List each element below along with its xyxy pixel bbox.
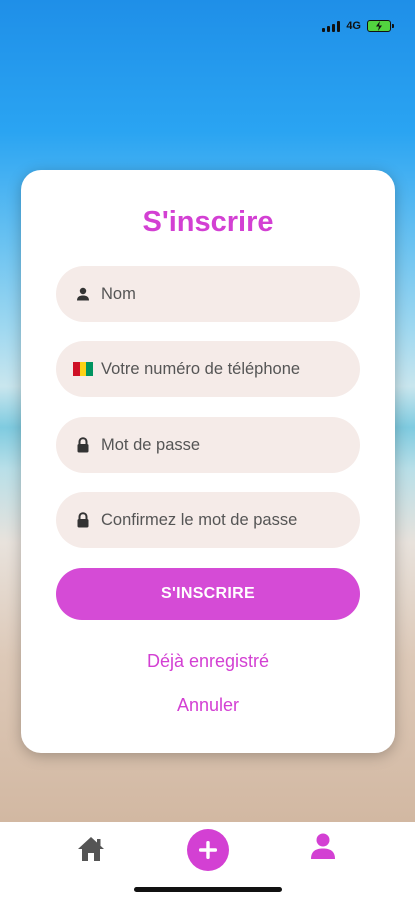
signup-card: S'inscrire S'INSCRIRE Déjà enregistré An… (21, 170, 395, 753)
already-registered-link[interactable]: Déjà enregistré (21, 651, 395, 672)
tab-add[interactable] (187, 829, 229, 871)
signal-icon (322, 20, 341, 32)
tab-home[interactable] (74, 832, 108, 866)
lock-icon (73, 510, 93, 530)
password-input[interactable] (101, 435, 351, 455)
network-type: 4G (346, 20, 361, 32)
plus-circle-icon (199, 841, 217, 859)
battery-icon (367, 20, 394, 32)
signup-button[interactable]: S'INSCRIRE (56, 568, 360, 620)
password-field[interactable] (56, 417, 360, 473)
home-icon (78, 837, 104, 861)
lock-icon (73, 435, 93, 455)
phone-field[interactable] (56, 341, 360, 397)
guinea-flag-icon (73, 359, 94, 379)
name-input[interactable] (101, 284, 351, 304)
person-icon (311, 833, 335, 859)
confirm-password-field[interactable] (56, 492, 360, 548)
tab-profile[interactable] (307, 830, 339, 862)
person-icon (73, 284, 93, 304)
phone-input[interactable] (101, 359, 351, 379)
status-bar: 4G (322, 16, 394, 36)
cancel-link[interactable]: Annuler (21, 695, 395, 716)
home-indicator (134, 887, 282, 892)
name-field[interactable] (56, 266, 360, 322)
confirm-password-input[interactable] (101, 510, 351, 530)
page-title: S'inscrire (142, 206, 274, 238)
